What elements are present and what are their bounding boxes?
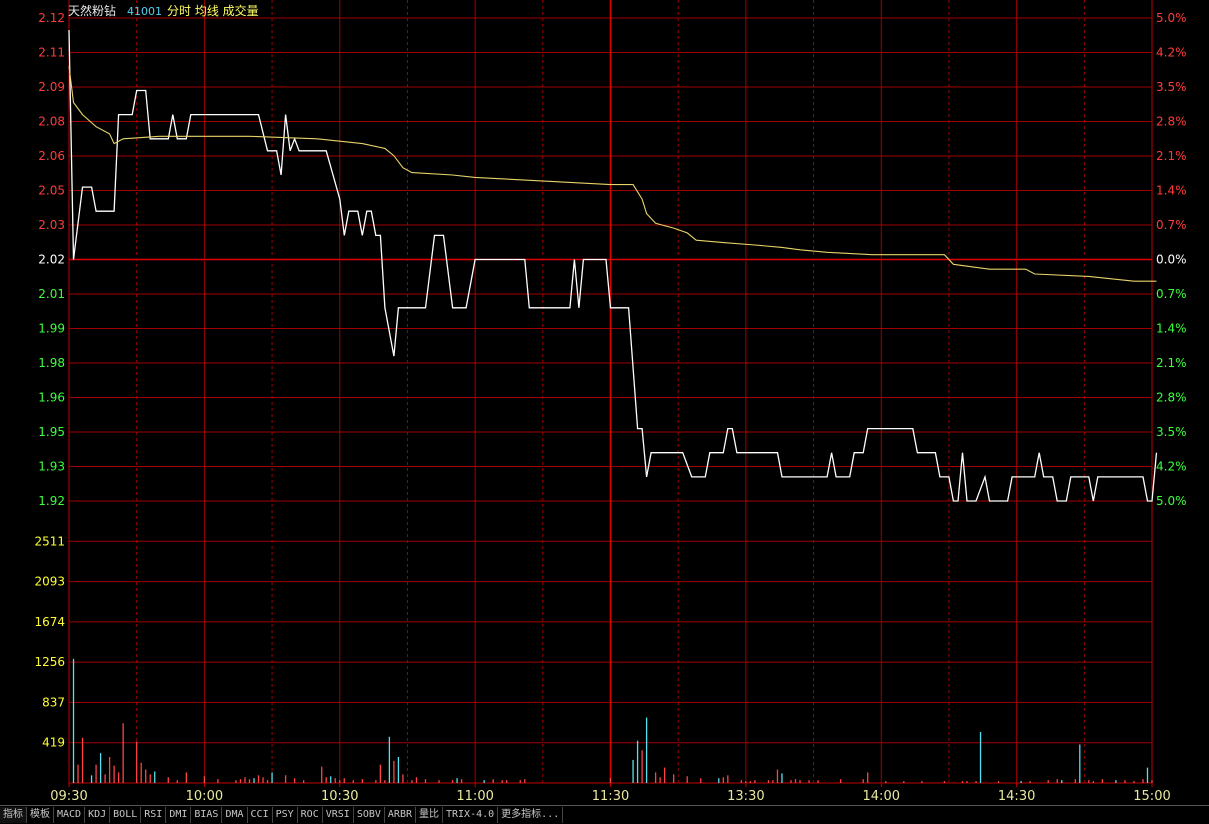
- percent-tick-label: 4.2%: [1156, 46, 1187, 60]
- volume-tick-label: 1256: [34, 655, 65, 669]
- price-tick-label: 2.12: [38, 11, 65, 25]
- indicator-tab[interactable]: BOLL: [110, 807, 142, 823]
- price-tick-label: 2.09: [38, 80, 65, 94]
- percent-tick-label: 2.1%: [1156, 356, 1187, 370]
- chart-background: [0, 0, 1209, 805]
- indicator-tab[interactable]: DMA: [222, 807, 248, 823]
- chart-mode: 分时 均线 成交量: [167, 3, 259, 18]
- time-tick-label: 14:00: [863, 789, 900, 804]
- price-tick-label: 2.05: [38, 184, 65, 198]
- indicator-tab[interactable]: 模板: [27, 807, 54, 823]
- indicator-tab[interactable]: TRIX-4.0: [443, 807, 499, 823]
- indicator-tab[interactable]: CCI: [248, 807, 273, 823]
- price-tick-label: 1.98: [38, 356, 65, 370]
- percent-tick-label: 2.1%: [1156, 149, 1187, 163]
- indicator-tab[interactable]: KDJ: [85, 807, 111, 823]
- volume-tick-label: 2093: [34, 575, 65, 589]
- indicator-tab[interactable]: 更多指标...: [498, 807, 564, 823]
- percent-tick-label: 5.0%: [1156, 11, 1187, 25]
- indicator-tab[interactable]: VRSI: [323, 807, 354, 823]
- time-tick-label: 10:00: [186, 789, 223, 804]
- volume-tick-label: 419: [42, 736, 65, 750]
- price-tick-label: 1.93: [38, 460, 65, 474]
- intraday-chart[interactable]: 2.12 2.11 2.09 2.08 2.06 2.05 2.03 2.02 2.01 1.99…: [0, 0, 1209, 805]
- percent-tick-label: 3.5%: [1156, 80, 1187, 94]
- price-tick-label: 2.02: [38, 253, 65, 267]
- price-tick-label: 2.06: [38, 149, 65, 163]
- percent-axis-right: 5.0% 4.2% 3.5% 2.8% 2.1% 1.4% 0.7% 0.0% 0.7% 1.4%…: [1156, 11, 1187, 508]
- price-tick-label: 1.96: [38, 391, 65, 405]
- time-tick-label: 11:30: [592, 789, 629, 804]
- percent-tick-label: 3.5%: [1156, 425, 1187, 439]
- indicator-tab[interactable]: ARBR: [385, 807, 416, 823]
- indicator-tab[interactable]: MACD: [54, 807, 86, 823]
- time-tick-label: 10:30: [321, 789, 358, 804]
- stock-name: 天然粉钻: [68, 3, 116, 18]
- indicator-tab[interactable]: ROC: [298, 807, 323, 823]
- price-tick-label: 2.11: [38, 46, 65, 60]
- percent-tick-label: 2.8%: [1156, 115, 1187, 129]
- volume-tick-label: 1674: [34, 615, 65, 629]
- percent-tick-label: 2.8%: [1156, 391, 1187, 405]
- price-tick-label: 1.95: [38, 425, 65, 439]
- price-tick-label: 2.08: [38, 115, 65, 129]
- indicator-toolbar: 指标 模板 MACD KDJ BOLL RSI DMI BIAS DMA CCI PSY ROC VRS…: [0, 805, 1209, 824]
- indicator-tab[interactable]: BIAS: [191, 807, 223, 823]
- time-tick-label: 15:00: [1133, 789, 1170, 804]
- price-axis-left: 2.12 2.11 2.09 2.08 2.06 2.05 2.03 2.02 2.01 1.99…: [38, 11, 65, 508]
- indicator-tab[interactable]: 指标: [0, 807, 27, 823]
- price-tick-label: 1.99: [38, 322, 65, 336]
- volume-tick-label: 837: [42, 695, 65, 709]
- percent-tick-label: 0.7%: [1156, 218, 1187, 232]
- time-tick-label: 09:30: [50, 789, 87, 804]
- percent-tick-label: 5.0%: [1156, 494, 1187, 508]
- percent-tick-label: 0.0%: [1156, 253, 1187, 267]
- percent-tick-label: 4.2%: [1156, 460, 1187, 474]
- price-tick-label: 1.92: [38, 494, 65, 508]
- indicator-tab[interactable]: RSI: [141, 807, 167, 823]
- percent-tick-label: 0.7%: [1156, 287, 1187, 301]
- price-tick-label: 2.03: [38, 218, 65, 232]
- price-tick-label: 2.01: [38, 287, 65, 301]
- indicator-tab[interactable]: SOBV: [354, 807, 385, 823]
- time-tick-label: 11:00: [456, 789, 493, 804]
- indicator-tab[interactable]: PSY: [273, 807, 298, 823]
- percent-tick-label: 1.4%: [1156, 322, 1187, 336]
- indicator-tab[interactable]: DMI: [166, 807, 192, 823]
- stock-code: 41001: [127, 5, 162, 18]
- time-tick-label: 14:30: [998, 789, 1035, 804]
- indicator-tab[interactable]: 量比: [416, 807, 443, 823]
- time-tick-label: 13:30: [727, 789, 764, 804]
- percent-tick-label: 1.4%: [1156, 184, 1187, 198]
- volume-tick-label: 2511: [34, 534, 65, 548]
